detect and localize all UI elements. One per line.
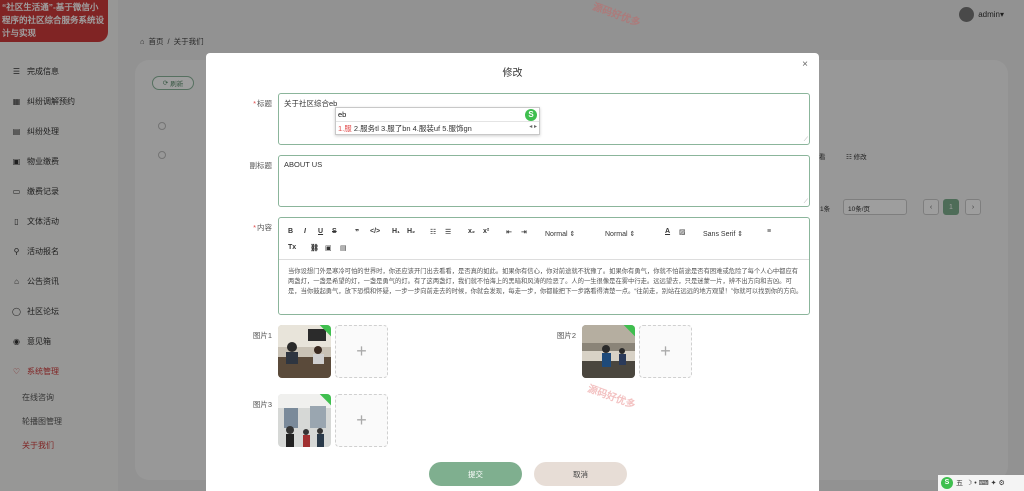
- video-button[interactable]: ▤: [340, 244, 347, 252]
- submit-button[interactable]: 提交: [429, 462, 522, 486]
- title-value: 关于社区综合eb: [284, 99, 338, 108]
- h1-button[interactable]: H₁: [392, 228, 400, 235]
- link-button[interactable]: ⛓: [310, 244, 319, 252]
- image1-thumbnail[interactable]: [278, 325, 331, 378]
- content-label: *内容: [253, 223, 272, 232]
- strike-button[interactable]: S: [332, 228, 337, 235]
- ime-mode[interactable]: 五: [956, 478, 963, 488]
- font-select[interactable]: Sans Serif ⇕: [703, 230, 743, 238]
- meeting-photo: [278, 325, 331, 378]
- image1-upload-button[interactable]: +: [335, 325, 388, 378]
- resize-handle-icon[interactable]: ⟋: [804, 199, 808, 206]
- subtitle-label: 副标题: [249, 161, 273, 170]
- sogou-logo-icon: S: [525, 109, 537, 121]
- close-icon[interactable]: ×: [802, 59, 808, 70]
- image3-thumbnail[interactable]: [278, 394, 331, 447]
- clean-format-button[interactable]: Tx: [288, 244, 296, 251]
- editor-content[interactable]: 当你设想门外是寒冷可怕的世界时，你还应该开门出去看看，是否真的如此。如果你有信心…: [288, 267, 803, 297]
- editor-toolbar: B I U S ❞ </> H₁ H₂ ☷ ☰ x₂ x² ⇤ ⇥ Normal…: [279, 218, 809, 260]
- ime-composition: eb: [336, 110, 539, 122]
- text-color-button[interactable]: A: [665, 228, 670, 235]
- header-select[interactable]: Normal ⇕: [605, 230, 635, 238]
- title-label: *标题: [253, 99, 272, 108]
- align-button[interactable]: ≡: [767, 228, 771, 235]
- ime-candidates[interactable]: 1.服 2.服务tl 3.服了bn 4.服装uf 5.服饰gn: [336, 123, 472, 134]
- bullet-list-button[interactable]: ☰: [445, 228, 451, 236]
- ime-tray[interactable]: S 五 ☽ • ⌨ ✦ ⚙: [938, 475, 1024, 491]
- italic-button[interactable]: I: [304, 228, 306, 235]
- background-color-button[interactable]: ▨: [679, 228, 686, 236]
- ime-tray-icons[interactable]: ☽ • ⌨ ✦ ⚙: [966, 479, 1005, 487]
- image3-upload-button[interactable]: +: [335, 394, 388, 447]
- ime-candidate-popup[interactable]: eb S 1.服 2.服务tl 3.服了bn 4.服装uf 5.服饰gn ◂ ▸: [335, 107, 540, 135]
- image2-upload-button[interactable]: +: [639, 325, 692, 378]
- outdent-button[interactable]: ⇤: [506, 228, 512, 236]
- factory-photo: [582, 325, 635, 378]
- h2-button[interactable]: H₂: [407, 228, 415, 235]
- indent-button[interactable]: ⇥: [521, 228, 527, 236]
- blockquote-button[interactable]: ❞: [355, 228, 359, 236]
- cancel-button[interactable]: 取消: [534, 462, 627, 486]
- underline-button[interactable]: U: [318, 228, 323, 235]
- resize-handle-icon[interactable]: ⟋: [804, 137, 808, 144]
- subtitle-value: ABOUT US: [284, 160, 323, 169]
- bold-button[interactable]: B: [288, 228, 293, 235]
- exhibition-photo: [278, 394, 331, 447]
- ime-candidate-rest[interactable]: 2.服务tl 3.服了bn 4.服装uf 5.服饰gn: [352, 124, 472, 133]
- link-icon: ⛓: [310, 245, 319, 252]
- ime-page-arrows-icon[interactable]: ◂ ▸: [529, 123, 537, 130]
- ordered-list-button[interactable]: ☷: [430, 228, 436, 236]
- ime-candidate-first[interactable]: 1.服: [338, 124, 352, 133]
- subtitle-field[interactable]: ABOUT US ⟋: [278, 155, 810, 207]
- code-button[interactable]: </>: [370, 228, 380, 235]
- sogou-tray-icon: S: [941, 477, 953, 489]
- subscript-button[interactable]: x₂: [468, 228, 475, 235]
- dialog-title: 修改: [502, 68, 523, 79]
- superscript-button[interactable]: x²: [483, 228, 489, 235]
- image3-label: 图片3: [252, 400, 272, 409]
- size-select[interactable]: Normal ⇕: [545, 230, 575, 238]
- image2-label: 图片2: [556, 331, 576, 340]
- image-button[interactable]: ▣: [325, 244, 332, 252]
- rich-text-editor[interactable]: B I U S ❞ </> H₁ H₂ ☷ ☰ x₂ x² ⇤ ⇥ Normal…: [278, 217, 810, 315]
- image2-thumbnail[interactable]: [582, 325, 635, 378]
- image1-label: 图片1: [252, 331, 272, 340]
